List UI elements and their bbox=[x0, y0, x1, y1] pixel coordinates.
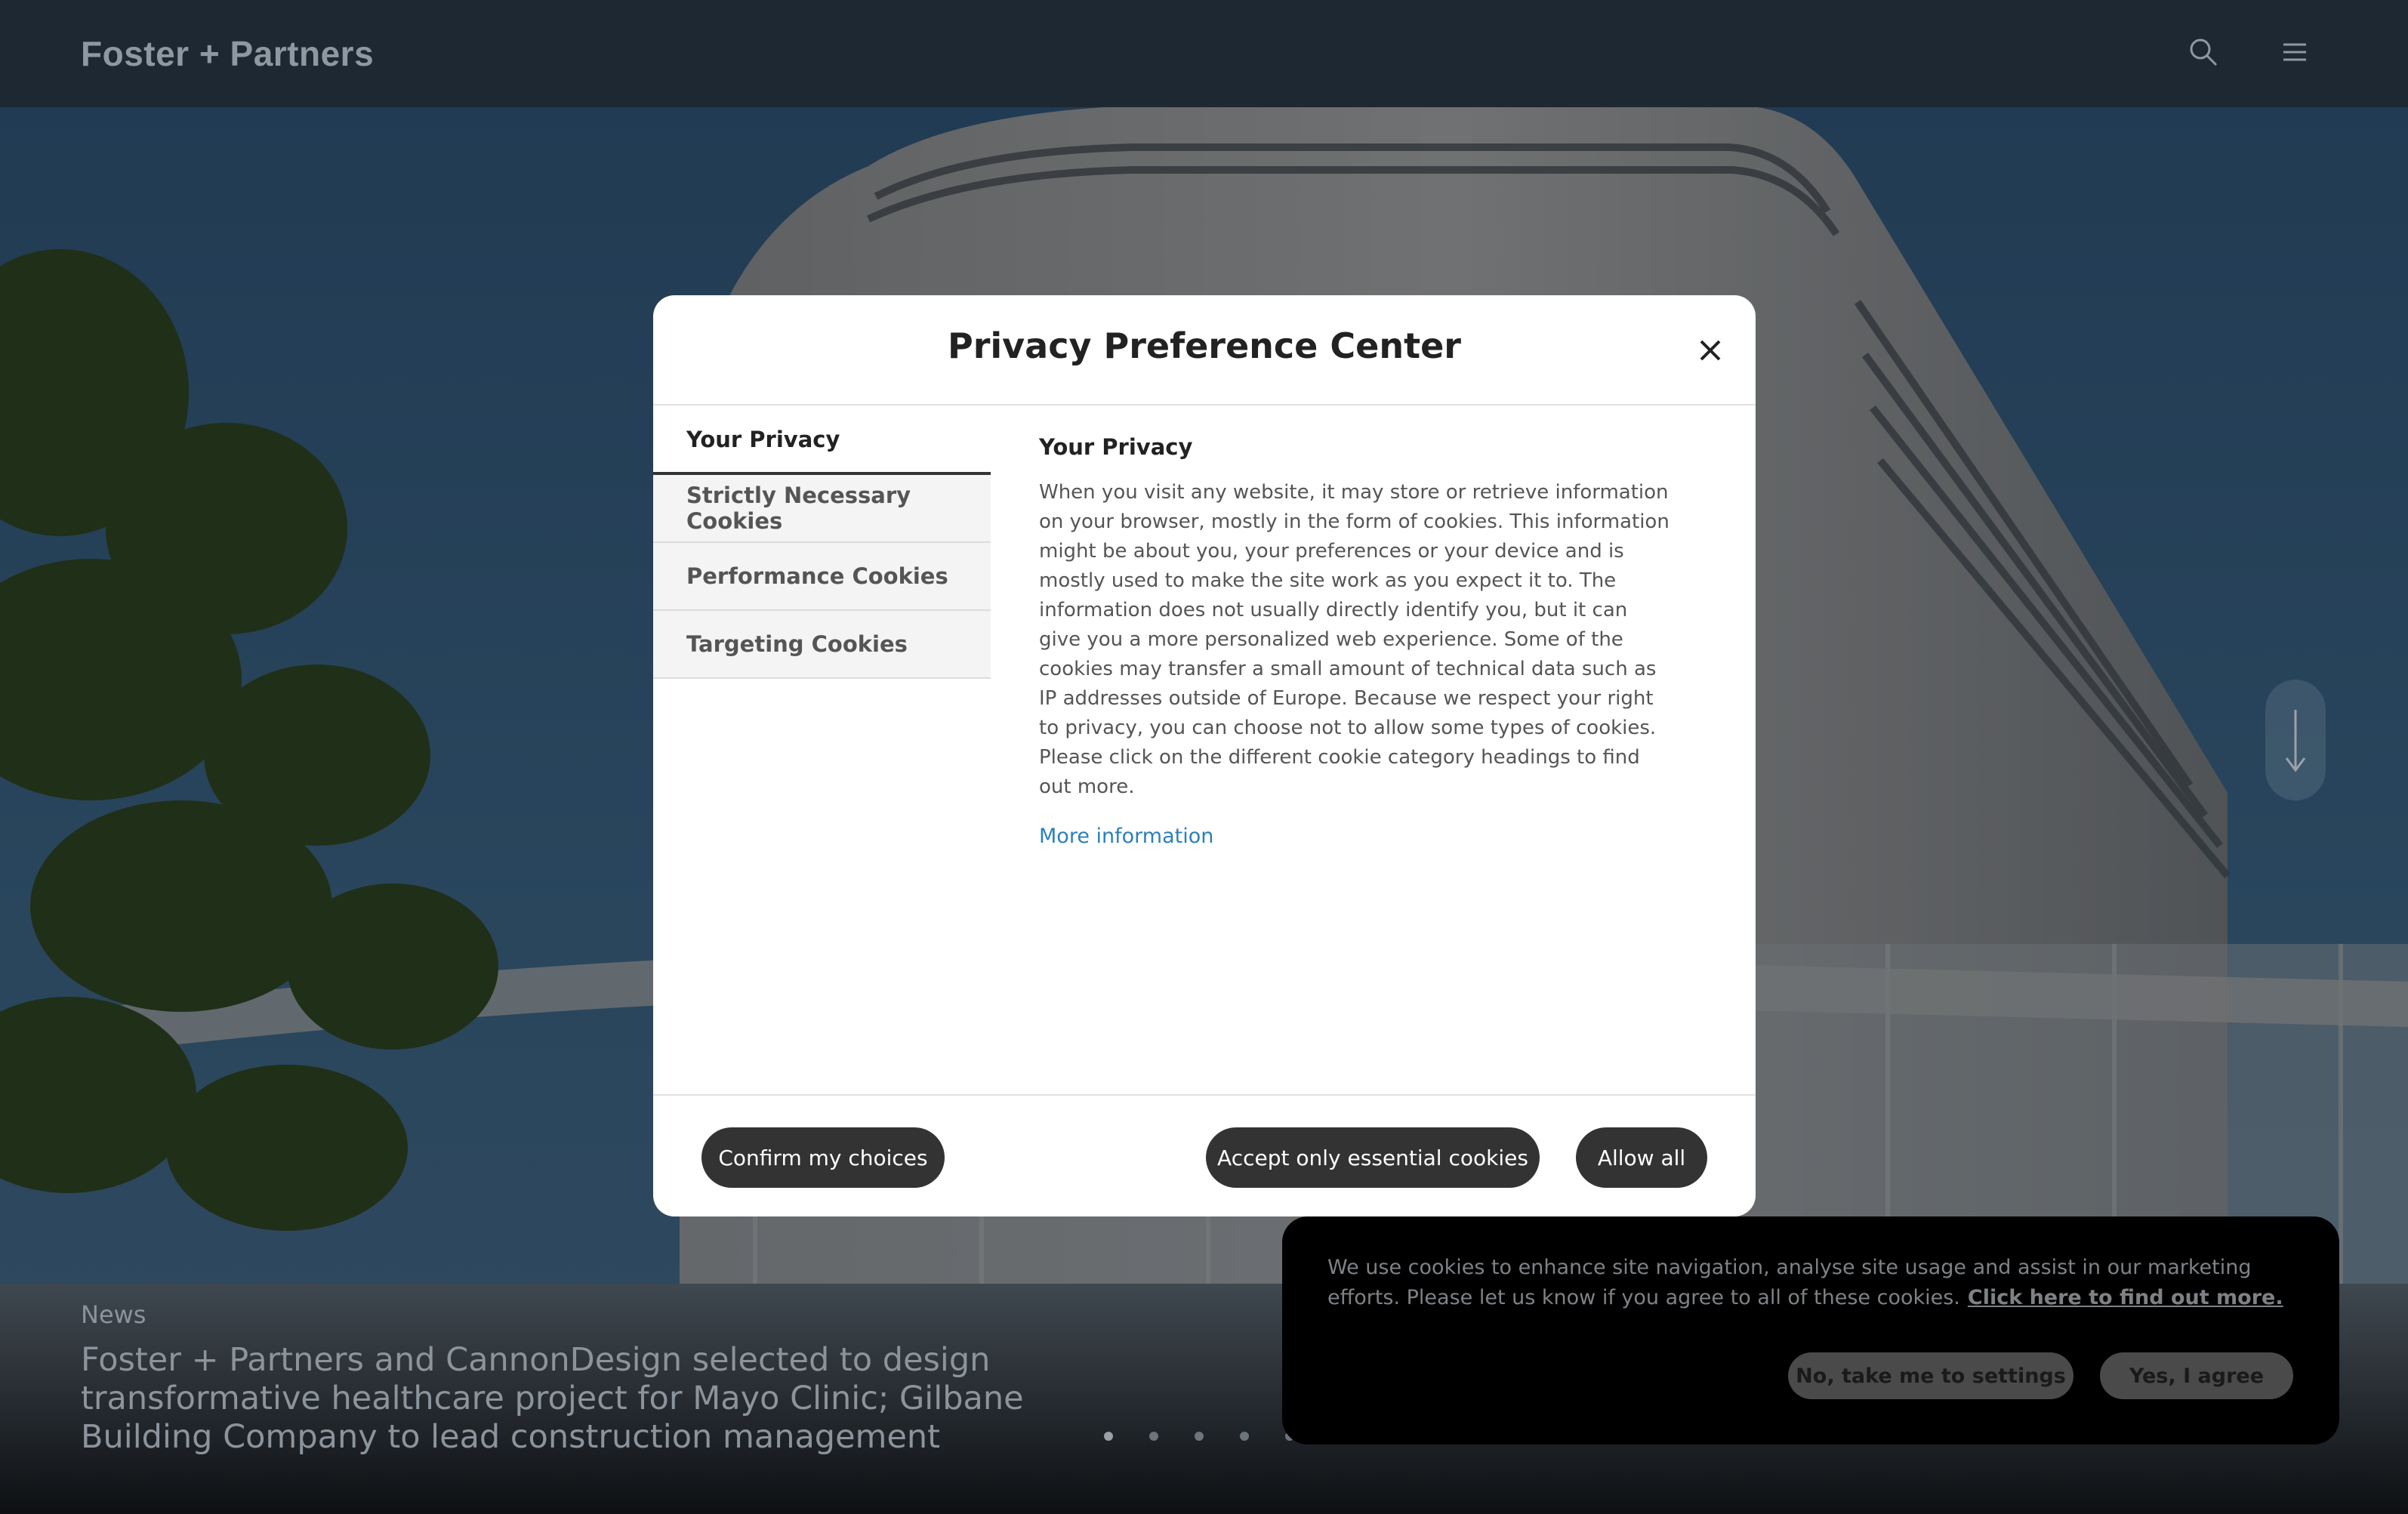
close-button[interactable] bbox=[1691, 331, 1730, 370]
close-icon bbox=[1700, 340, 1721, 361]
tab-performance-cookies[interactable]: Performance Cookies bbox=[653, 543, 991, 611]
tab-strictly-necessary-cookies[interactable]: Strictly Necessary Cookies bbox=[653, 475, 991, 543]
modal-title: Privacy Preference Center bbox=[948, 325, 1461, 366]
tab-targeting-cookies[interactable]: Targeting Cookies bbox=[653, 611, 991, 679]
privacy-category-tabs: Your Privacy Strictly Necessary Cookies … bbox=[653, 407, 991, 679]
modal-header: Privacy Preference Center bbox=[653, 295, 1756, 405]
news-category-label: News bbox=[81, 1300, 146, 1329]
content-body: When you visit any website, it may store… bbox=[1039, 481, 1670, 798]
carousel-dot-3[interactable] bbox=[1195, 1432, 1204, 1441]
carousel-dot-4[interactable] bbox=[1240, 1432, 1249, 1441]
tab-your-privacy[interactable]: Your Privacy bbox=[653, 407, 991, 475]
accept-essential-button[interactable]: Accept only essential cookies bbox=[1206, 1127, 1540, 1188]
carousel-dot-1[interactable] bbox=[1104, 1432, 1113, 1441]
search-icon[interactable] bbox=[2188, 36, 2219, 68]
carousel-dot-2[interactable] bbox=[1149, 1432, 1158, 1441]
cookie-settings-button[interactable]: No, take me to settings bbox=[1788, 1352, 2073, 1399]
cookie-banner-link[interactable]: Click here to find out more. bbox=[1968, 1286, 2283, 1309]
privacy-preference-modal: Privacy Preference Center Your Privacy S… bbox=[653, 295, 1756, 1216]
confirm-choices-button[interactable]: Confirm my choices bbox=[701, 1127, 945, 1188]
site-header: Foster + Partners bbox=[0, 0, 2408, 107]
arrow-down-icon bbox=[2285, 710, 2306, 772]
content-heading: Your Privacy bbox=[1039, 434, 1193, 460]
privacy-content-panel: Your Privacy When you visit any website,… bbox=[1039, 434, 1673, 848]
cookie-banner-text: We use cookies to enhance site navigatio… bbox=[1327, 1253, 2294, 1313]
modal-footer: Confirm my choices Accept only essential… bbox=[653, 1094, 1756, 1216]
hamburger-menu-icon[interactable] bbox=[2279, 36, 2311, 68]
allow-all-button[interactable]: Allow all bbox=[1576, 1127, 1707, 1188]
scroll-down-button[interactable] bbox=[2265, 680, 2326, 800]
news-headline[interactable]: Foster + Partners and CannonDesign selec… bbox=[81, 1341, 1032, 1457]
more-information-link[interactable]: More information bbox=[1039, 825, 1213, 848]
cookie-agree-button[interactable]: Yes, I agree bbox=[2100, 1352, 2293, 1399]
brand-logo[interactable]: Foster + Partners bbox=[81, 33, 374, 74]
cookie-banner: We use cookies to enhance site navigatio… bbox=[1282, 1216, 2339, 1445]
